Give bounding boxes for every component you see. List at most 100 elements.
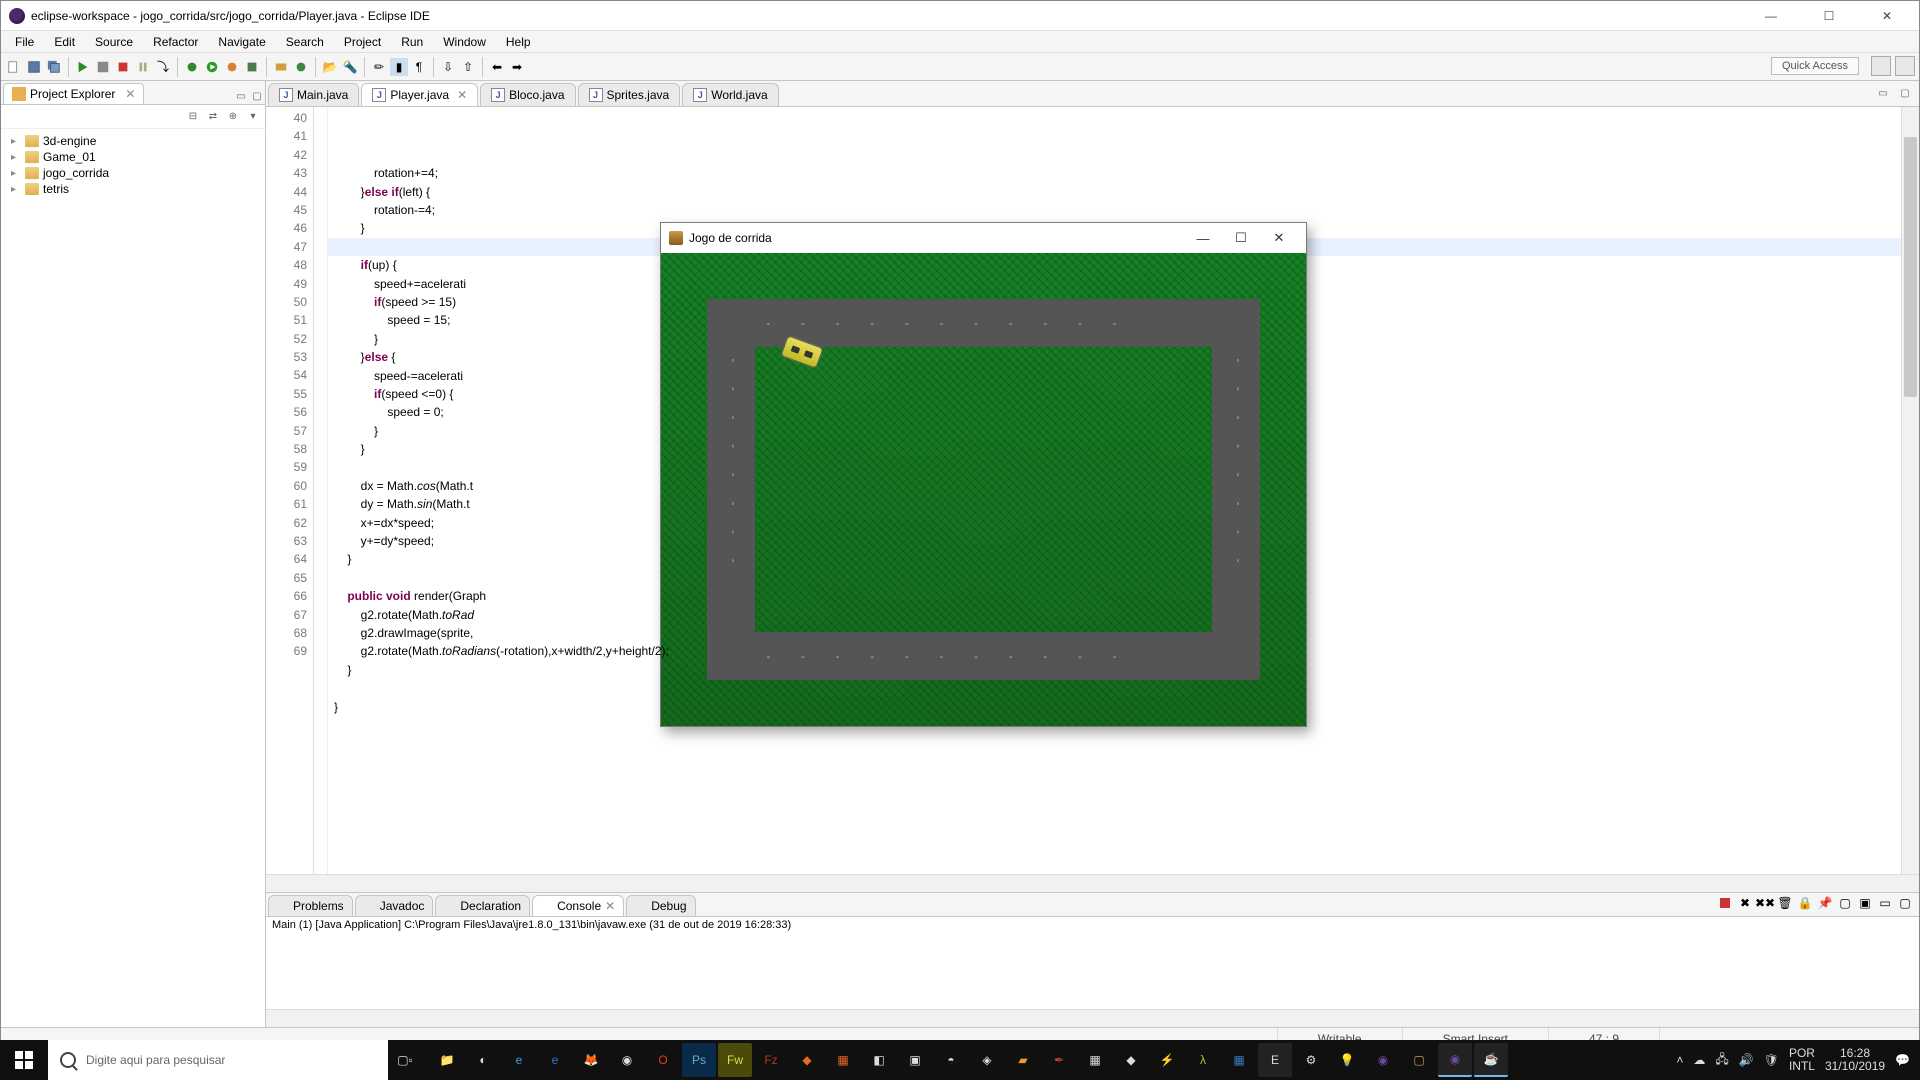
minimize-view-icon[interactable]: ▭ — [233, 88, 249, 104]
chrome-icon[interactable]: ◉ — [610, 1043, 644, 1077]
editor-tab-player-java[interactable]: JPlayer.java✕ — [361, 83, 478, 106]
bottom-tab-console[interactable]: Console ✕ — [532, 895, 624, 916]
eclipse-running-icon[interactable]: ◉ — [1438, 1043, 1472, 1077]
task-view-button[interactable]: ▢▫ — [388, 1043, 422, 1077]
tray-language[interactable]: PORINTL — [1789, 1047, 1815, 1073]
save-all-button[interactable] — [45, 58, 63, 76]
unity-icon[interactable]: ◆ — [1114, 1043, 1148, 1077]
java-running-icon[interactable]: ☕ — [1474, 1043, 1508, 1077]
sublime-icon[interactable]: ▰ — [1006, 1043, 1040, 1077]
link-editor-icon[interactable]: ⇄ — [205, 109, 221, 125]
debug-button[interactable] — [183, 58, 201, 76]
scroll-lock-button[interactable]: 🔒 — [1797, 895, 1813, 911]
tray-security-icon[interactable]: 🛡 — [1764, 1053, 1779, 1067]
edge-icon[interactable]: e — [538, 1043, 572, 1077]
tray-volume-icon[interactable]: 🔊 — [1739, 1053, 1754, 1067]
ext-tools-button[interactable] — [243, 58, 261, 76]
bottom-tab-problems[interactable]: Problems — [268, 895, 353, 916]
opera-icon[interactable]: O — [646, 1043, 680, 1077]
menu-project[interactable]: Project — [334, 33, 391, 51]
step-button[interactable]: ⤵ — [154, 58, 172, 76]
scrollbar-thumb[interactable] — [1904, 137, 1917, 397]
file-explorer-icon[interactable]: 📁 — [430, 1043, 464, 1077]
tree-item-3d-engine[interactable]: ▸3d-engine — [5, 133, 261, 149]
remove-launch-button[interactable]: ✖ — [1737, 895, 1753, 911]
focus-icon[interactable]: ⊕ — [225, 109, 241, 125]
java-perspective-button[interactable] — [1871, 56, 1891, 76]
view-menu-icon[interactable]: ▾ — [245, 109, 261, 125]
quick-access[interactable]: Quick Access — [1771, 57, 1859, 75]
horizontal-scrollbar[interactable] — [266, 874, 1919, 892]
menu-source[interactable]: Source — [85, 33, 143, 51]
suspend-button[interactable] — [134, 58, 152, 76]
tree-item-tetris[interactable]: ▸tetris — [5, 181, 261, 197]
minimize-editor-icon[interactable]: ▭ — [1875, 85, 1891, 101]
run-last-button[interactable] — [223, 58, 241, 76]
show-whitespace-button[interactable]: ¶ — [410, 58, 428, 76]
fireworks-icon[interactable]: Fw — [718, 1043, 752, 1077]
min-view-icon[interactable]: ▭ — [1877, 895, 1893, 911]
photoshop-icon[interactable]: Ps — [682, 1043, 716, 1077]
stop-button[interactable] — [114, 58, 132, 76]
app-icon-2[interactable]: ▦ — [826, 1043, 860, 1077]
project-tree[interactable]: ▸3d-engine▸Game_01▸jogo_corrida▸tetris — [1, 129, 265, 201]
firefox-icon[interactable]: 🦊 — [574, 1043, 608, 1077]
bottom-tab-declaration[interactable]: Declaration — [435, 895, 530, 916]
toggle-mark-button[interactable]: ✏ — [370, 58, 388, 76]
tray-network-icon[interactable]: 🖧 — [1715, 1050, 1728, 1071]
menu-help[interactable]: Help — [496, 33, 541, 51]
new-class-button[interactable] — [292, 58, 310, 76]
maximize-editor-icon[interactable]: ▢ — [1897, 85, 1913, 101]
maximize-view-icon[interactable]: ▢ — [249, 88, 265, 104]
app-icon-12[interactable]: 💡 — [1330, 1043, 1364, 1077]
editor-tab-sprites-java[interactable]: JSprites.java — [578, 83, 681, 106]
app-icon-13[interactable]: ▢ — [1402, 1043, 1436, 1077]
tray-notifications-icon[interactable]: 💬 — [1895, 1053, 1910, 1067]
filezilla-icon[interactable]: Fz — [754, 1043, 788, 1077]
discord-icon[interactable]: ◓ — [934, 1043, 968, 1077]
display-selected-button[interactable]: ▢ — [1837, 895, 1853, 911]
collapse-all-icon[interactable]: ⊟ — [185, 109, 201, 125]
app-icon-5[interactable]: ◈ — [970, 1043, 1004, 1077]
run-button[interactable] — [203, 58, 221, 76]
prev-annotation-button[interactable]: ⇧ — [459, 58, 477, 76]
start-button[interactable] — [0, 1040, 48, 1080]
app-icon-4[interactable]: ▣ — [898, 1043, 932, 1077]
menu-refactor[interactable]: Refactor — [143, 33, 208, 51]
menu-search[interactable]: Search — [276, 33, 334, 51]
menu-file[interactable]: File — [5, 33, 44, 51]
open-type-button[interactable]: 📂 — [321, 58, 339, 76]
app-icon-11[interactable]: ⚙ — [1294, 1043, 1328, 1077]
tree-item-jogo_corrida[interactable]: ▸jogo_corrida — [5, 165, 261, 181]
tray-clock[interactable]: 16:2831/10/2019 — [1825, 1047, 1885, 1073]
eclipse-task-icon[interactable]: ◉ — [1366, 1043, 1400, 1077]
minimize-button[interactable]: — — [1751, 4, 1791, 28]
debug-run-button[interactable] — [74, 58, 92, 76]
fold-column[interactable] — [314, 107, 328, 874]
pin-console-button[interactable]: 📌 — [1817, 895, 1833, 911]
new-button[interactable] — [5, 58, 23, 76]
save-button[interactable] — [25, 58, 43, 76]
app-icon-7[interactable]: ▦ — [1078, 1043, 1112, 1077]
app-icon-8[interactable]: ⚡ — [1150, 1043, 1184, 1077]
debug-perspective-button[interactable] — [1895, 56, 1915, 76]
app-icon-9[interactable]: λ — [1186, 1043, 1220, 1077]
maximize-button[interactable]: ☐ — [1809, 4, 1849, 28]
terminate-button[interactable] — [1717, 895, 1733, 911]
editor-tab-bloco-java[interactable]: JBloco.java — [480, 83, 575, 106]
app-icon-10[interactable]: ▦ — [1222, 1043, 1256, 1077]
app-icon-3[interactable]: ◧ — [862, 1043, 896, 1077]
bottom-tab-debug[interactable]: Debug — [626, 895, 695, 916]
menu-run[interactable]: Run — [391, 33, 433, 51]
ie-icon[interactable]: e — [502, 1043, 536, 1077]
coverage-button[interactable] — [94, 58, 112, 76]
editor-tab-world-java[interactable]: JWorld.java — [682, 83, 778, 106]
new-package-button[interactable] — [272, 58, 290, 76]
editor-body[interactable]: 4041424344454647484950515253545556575859… — [266, 107, 1919, 874]
editor-tab-main-java[interactable]: JMain.java — [268, 83, 359, 106]
code-area[interactable]: rotation+=4; }else if(left) { rotation-=… — [328, 107, 1901, 874]
project-explorer-tab[interactable]: Project Explorer ✕ — [3, 83, 144, 104]
menu-window[interactable]: Window — [433, 33, 496, 51]
back-button[interactable]: ⬅ — [488, 58, 506, 76]
tray-cloud-icon[interactable]: ☁ — [1693, 1053, 1705, 1067]
